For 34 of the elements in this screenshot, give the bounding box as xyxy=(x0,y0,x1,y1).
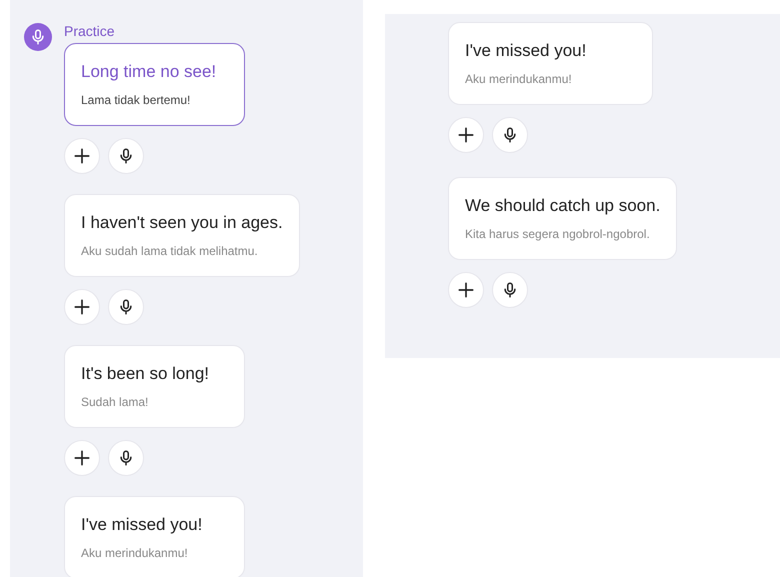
plus-icon xyxy=(456,125,476,145)
translation-text: Sudah lama! xyxy=(81,394,150,410)
record-button[interactable] xyxy=(108,138,144,174)
plus-icon xyxy=(72,448,92,468)
practice-label: Practice xyxy=(64,23,116,39)
phrase-card[interactable]: I've missed you! Aku merindukanmu! xyxy=(448,22,653,105)
record-button[interactable] xyxy=(492,272,528,308)
translation-text: Aku merindukanmu! xyxy=(465,71,573,87)
translation-text: Aku merindukanmu! xyxy=(81,545,189,561)
add-button[interactable] xyxy=(448,272,484,308)
phrase-text: Long time no see! xyxy=(81,61,218,83)
add-button[interactable] xyxy=(448,117,484,153)
phrase-card[interactable]: We should catch up soon. Kita harus segera ngobrol-ngobrol. xyxy=(448,177,678,260)
phrase-card[interactable]: I've missed you! Aku merindukanmu! xyxy=(64,496,245,577)
translation-text: Aku sudah lama tidak melihatmu. xyxy=(81,243,259,259)
phrase-text: We should catch up soon. xyxy=(465,195,660,217)
add-button[interactable] xyxy=(64,138,100,174)
record-button[interactable] xyxy=(108,289,144,325)
add-button[interactable] xyxy=(64,289,100,325)
phrase-card[interactable]: Long time no see! Lama tidak bertemu! xyxy=(64,43,245,126)
plus-icon xyxy=(72,297,92,317)
phrase-text: I've missed you! xyxy=(81,514,204,536)
plus-icon xyxy=(72,146,92,166)
record-button[interactable] xyxy=(108,440,144,476)
translation-text: Lama tidak bertemu! xyxy=(81,92,192,108)
phrase-text: I haven't seen you in ages. xyxy=(81,212,283,234)
plus-icon xyxy=(456,280,476,300)
translation-text: Kita harus segera ngobrol-ngobrol. xyxy=(465,226,651,242)
phrase-card[interactable]: I haven't seen you in ages. Aku sudah lama tidak melihatmu. xyxy=(64,194,300,277)
phrase-card[interactable]: It's been so long! Sudah lama! xyxy=(64,345,245,428)
phrase-text: It's been so long! xyxy=(81,363,210,385)
record-button[interactable] xyxy=(492,117,528,153)
phrase-text: I've missed you! xyxy=(465,40,588,62)
add-button[interactable] xyxy=(64,440,100,476)
